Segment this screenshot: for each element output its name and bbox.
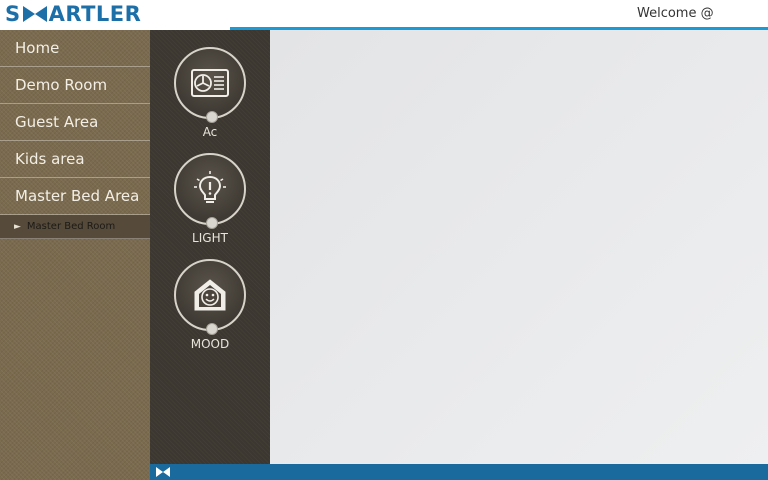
device-ac-label: Ac	[202, 125, 218, 139]
footer-bar	[150, 464, 768, 480]
sidebar-item-master-bed-area[interactable]: Master Bed Area	[0, 178, 150, 215]
app-header: S ARTLER Welcome @	[0, 0, 768, 30]
sidebar-subitem-master-bed-room[interactable]: ► Master Bed Room	[0, 215, 150, 239]
area-sidebar: Home Demo Room Guest Area Kids area Mast…	[0, 30, 150, 480]
device-mood-knob	[206, 323, 218, 335]
main-content-area	[270, 30, 768, 464]
device-ac-knob	[206, 111, 218, 123]
device-light-button[interactable]: LIGHT	[174, 153, 246, 245]
lightbulb-icon	[194, 171, 226, 203]
sidebar-item-kids-area[interactable]: Kids area	[0, 141, 150, 178]
device-mood-button[interactable]: MOOD	[174, 259, 246, 351]
ac-icon	[191, 69, 229, 97]
chevron-right-icon: ►	[14, 221, 21, 232]
device-column: Ac LIGHT MOOD	[150, 30, 270, 464]
device-light-label: LIGHT	[192, 231, 228, 245]
device-light-ring	[174, 153, 246, 229]
device-mood-ring	[174, 259, 246, 335]
sidebar-item-guest-area[interactable]: Guest Area	[0, 104, 150, 141]
device-ac-button[interactable]: Ac	[174, 47, 246, 139]
logo-text-left: S	[5, 2, 21, 26]
device-ac-ring	[174, 47, 246, 123]
sidebar-subitem-label: Master Bed Room	[26, 220, 116, 232]
bowtie-footer-icon	[156, 467, 170, 477]
logo-text-right: ARTLER	[48, 2, 142, 26]
welcome-text: Welcome @	[637, 6, 714, 21]
smartler-logo: S ARTLER	[5, 2, 141, 26]
sidebar-item-home[interactable]: Home	[0, 30, 150, 67]
sidebar-item-demo-room[interactable]: Demo Room	[0, 67, 150, 104]
bowtie-logo-icon	[22, 6, 47, 22]
device-light-knob	[206, 217, 218, 229]
device-mood-label: MOOD	[190, 337, 230, 351]
mood-house-icon	[194, 279, 226, 311]
